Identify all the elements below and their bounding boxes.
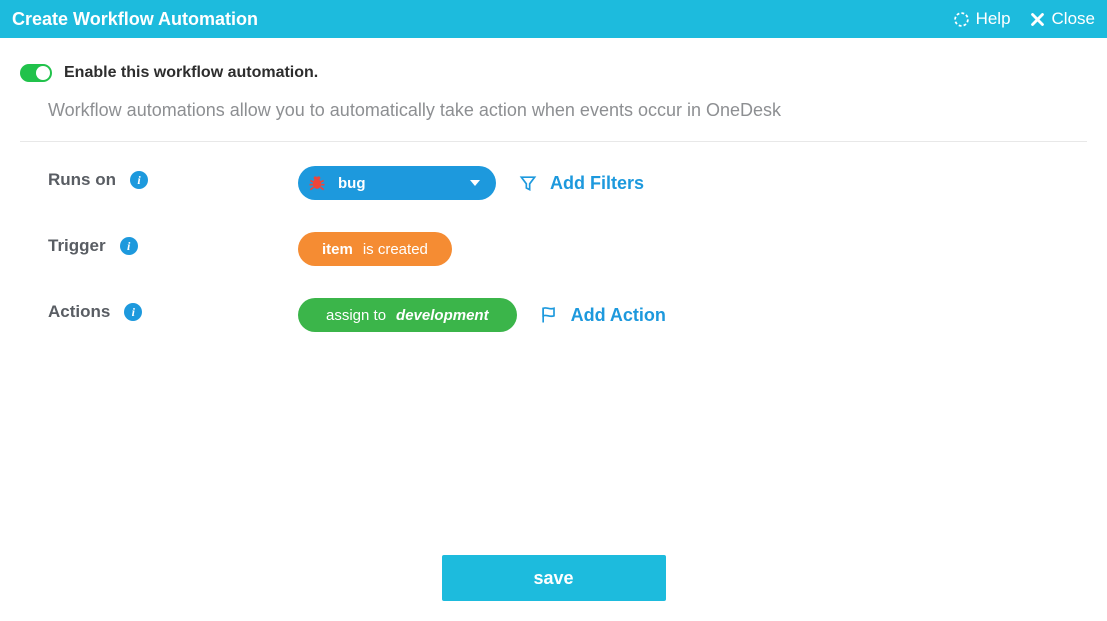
help-icon [953,11,970,28]
description-text: Workflow automations allow you to automa… [20,100,1087,141]
close-label: Close [1052,9,1095,29]
header-actions: Help Close [953,9,1095,29]
divider [20,141,1087,142]
runs-on-value: bug [338,175,366,192]
trigger-pill[interactable]: item is created [298,232,452,266]
runs-on-controls: bug Add Filters [298,166,644,200]
chevron-down-icon [470,180,480,186]
add-filters-button[interactable]: Add Filters [518,173,644,194]
modal-content: Enable this workflow automation. Workflo… [0,38,1107,332]
close-icon [1029,11,1046,28]
runs-on-select[interactable]: bug [298,166,496,200]
help-label: Help [976,9,1011,29]
bug-icon [306,172,328,194]
action-pill[interactable]: assign to development [298,298,517,332]
trigger-predicate: is created [363,241,428,258]
enable-toggle[interactable] [20,64,52,82]
actions-label: Actions [48,302,110,322]
add-action-button[interactable]: Add Action [539,305,666,326]
footer: save [0,555,1107,601]
trigger-controls: item is created [298,232,452,266]
filter-icon [518,173,538,193]
help-button[interactable]: Help [953,9,1011,29]
flag-icon [539,305,559,325]
trigger-subject: item [322,241,353,258]
trigger-row: Trigger i item is created [48,232,1087,266]
trigger-label-wrap: Trigger i [48,232,298,256]
actions-row: Actions i assign to development Add Acti… [48,298,1087,332]
add-action-label: Add Action [571,305,666,326]
info-icon[interactable]: i [120,237,138,255]
modal-title: Create Workflow Automation [12,9,258,30]
info-icon[interactable]: i [130,171,148,189]
close-button[interactable]: Close [1029,9,1095,29]
runs-on-label-wrap: Runs on i [48,166,298,190]
toggle-knob [36,66,50,80]
actions-controls: assign to development Add Action [298,298,666,332]
action-target: development [396,307,489,324]
config-rows: Runs on i [20,166,1087,332]
modal-header: Create Workflow Automation Help Close [0,0,1107,38]
add-filters-label: Add Filters [550,173,644,194]
enable-row: Enable this workflow automation. [20,64,1087,82]
action-verb: assign to [326,307,386,324]
trigger-label: Trigger [48,236,106,256]
runs-on-label: Runs on [48,170,116,190]
enable-label: Enable this workflow automation. [64,64,318,82]
runs-on-row: Runs on i [48,166,1087,200]
save-button[interactable]: save [442,555,666,601]
actions-label-wrap: Actions i [48,298,298,322]
info-icon[interactable]: i [124,303,142,321]
